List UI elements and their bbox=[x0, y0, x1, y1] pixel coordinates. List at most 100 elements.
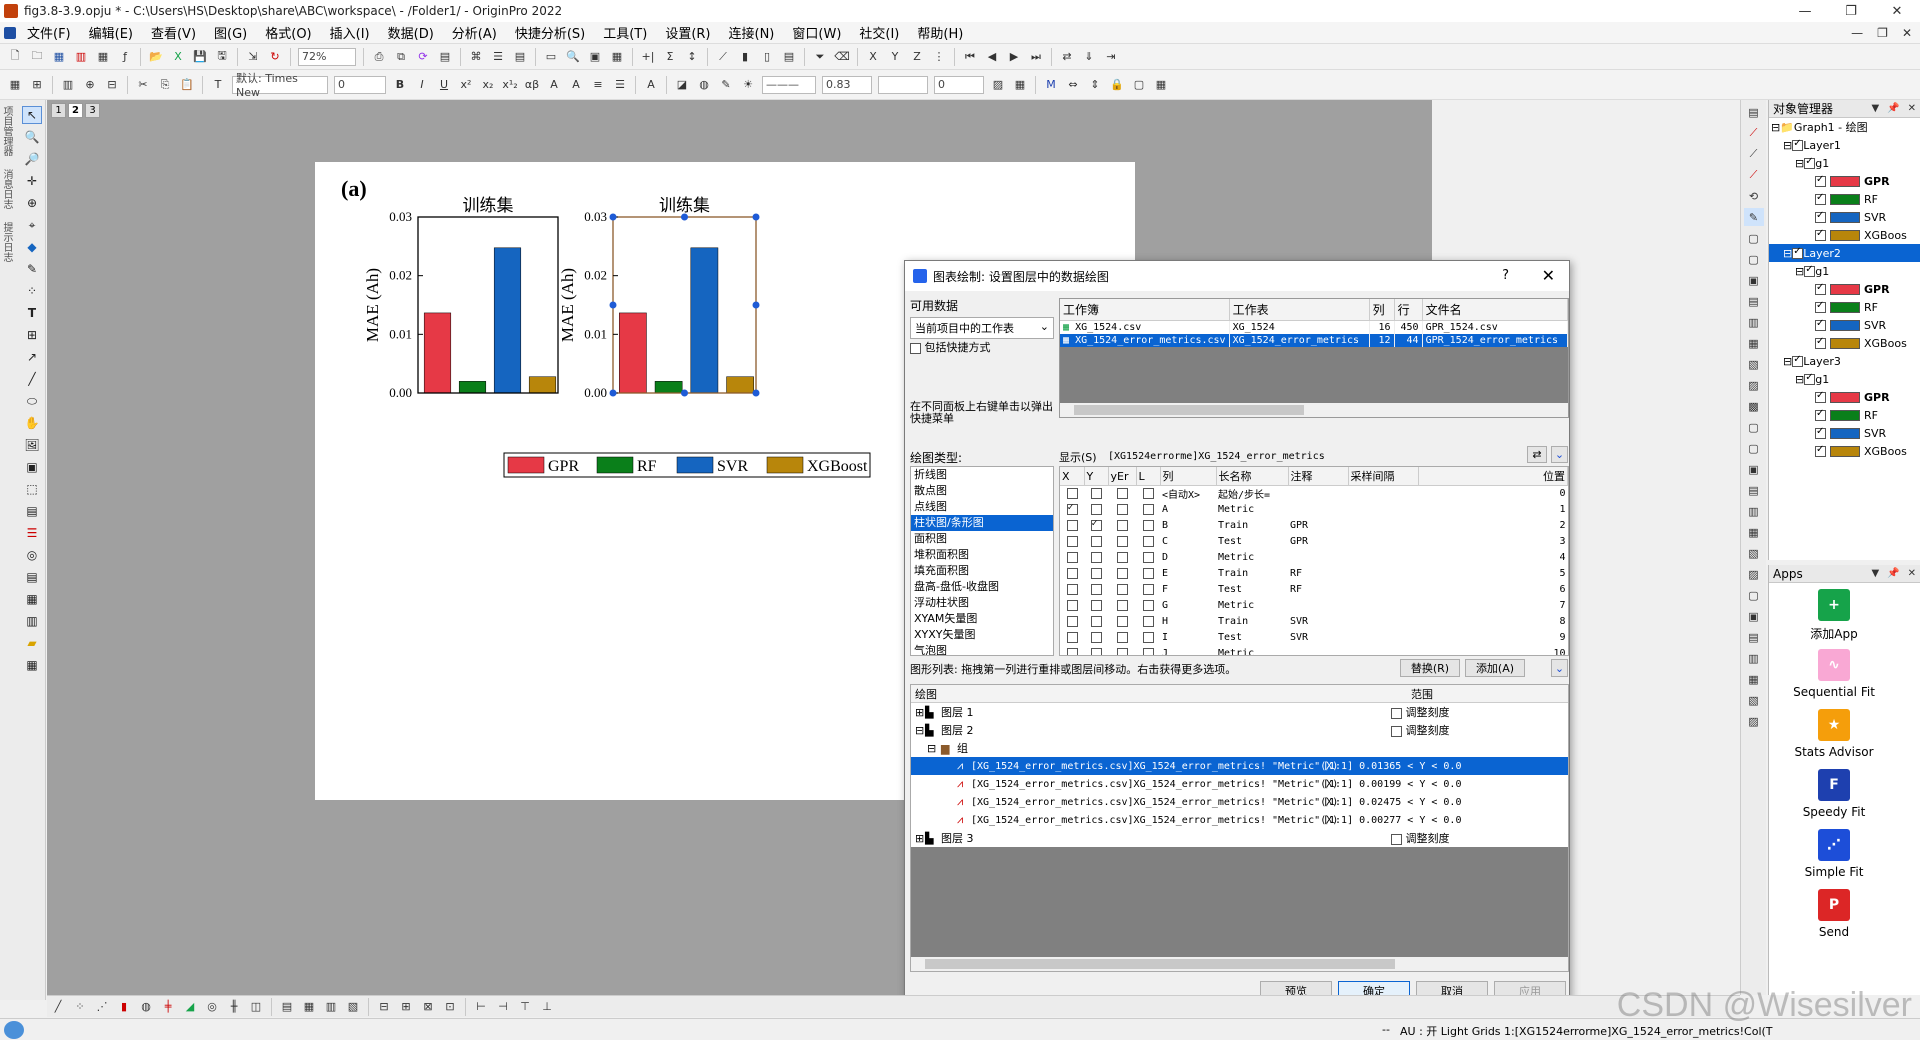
bar-rf[interactable] bbox=[654, 381, 683, 394]
layer-17-icon[interactable]: ▨ bbox=[1744, 565, 1764, 583]
om-pin-icon[interactable]: 📌 bbox=[1887, 103, 1899, 114]
menu-graph[interactable]: 图(G) bbox=[205, 23, 256, 42]
om-series[interactable]: SVR bbox=[1769, 208, 1920, 226]
bar-svr[interactable] bbox=[690, 247, 719, 394]
plot-type-list[interactable]: 折线图 散点图 点线图 柱状图/条形图 面积图 堆积面积图 填充面积图 盘高-盘低-收盘图 浮动… bbox=[910, 466, 1054, 656]
y-checkbox[interactable] bbox=[1084, 502, 1108, 518]
label-checkbox[interactable] bbox=[1136, 502, 1160, 518]
cut-icon[interactable]: ✂ bbox=[134, 76, 152, 94]
line-plot-icon[interactable]: ╱ bbox=[49, 998, 67, 1016]
om-series[interactable]: GPR bbox=[1769, 388, 1920, 406]
layer-8-icon[interactable]: ▨ bbox=[1744, 376, 1764, 394]
sort-icon[interactable]: ↕ bbox=[683, 48, 701, 66]
page-tab-3[interactable]: 3 bbox=[85, 103, 100, 118]
swap-button[interactable]: ⇄ bbox=[1527, 446, 1547, 463]
layer-13-icon[interactable]: ▤ bbox=[1744, 481, 1764, 499]
plotlist-layer-row[interactable]: ⊟ ▙ 图层 2 调整刻度 bbox=[911, 721, 1568, 739]
polar-plot-icon[interactable]: ◎ bbox=[203, 998, 221, 1016]
error-column-icon[interactable]: ⋮ bbox=[930, 48, 948, 66]
copy-page-icon[interactable]: ⧉ bbox=[392, 48, 410, 66]
mdi-restore-button[interactable]: ❐ bbox=[1877, 26, 1888, 40]
layer-graph-icon[interactable]: ▦ bbox=[6, 76, 24, 94]
layer-3-icon[interactable]: ▣ bbox=[1744, 271, 1764, 289]
column-row[interactable]: D Metric 4 bbox=[1060, 550, 1568, 566]
marker-icon[interactable]: M bbox=[1042, 76, 1060, 94]
copy-icon[interactable]: ⎘ bbox=[156, 76, 174, 94]
zoom-combo[interactable]: 72% bbox=[298, 47, 356, 66]
y-checkbox[interactable] bbox=[1084, 534, 1108, 550]
open-excel-icon[interactable]: X bbox=[169, 48, 187, 66]
yerr-checkbox[interactable] bbox=[1108, 630, 1136, 646]
yerr-checkbox[interactable] bbox=[1108, 582, 1136, 598]
axis-tool-2-icon[interactable]: ⟋ bbox=[1744, 145, 1764, 163]
new-function-icon[interactable]: ƒ bbox=[116, 48, 134, 66]
layer-22-icon[interactable]: ▦ bbox=[1744, 670, 1764, 688]
plot-type-item[interactable]: XYXY矢量图 bbox=[911, 627, 1053, 643]
add-button[interactable]: 添加(A) bbox=[1465, 659, 1525, 677]
object-4-icon[interactable]: ⊡ bbox=[441, 998, 459, 1016]
menu-file[interactable]: 文件(F) bbox=[18, 23, 80, 42]
label-checkbox[interactable] bbox=[1136, 486, 1160, 502]
column-row[interactable]: B Train GPR 2 bbox=[1060, 518, 1568, 534]
template-4-icon[interactable]: ▧ bbox=[344, 998, 362, 1016]
label-checkbox[interactable] bbox=[1136, 550, 1160, 566]
plotlist-hscroll-thumb[interactable] bbox=[925, 959, 1395, 969]
region-icon[interactable]: ⬚ bbox=[22, 480, 42, 498]
layer-23-icon[interactable]: ▧ bbox=[1744, 691, 1764, 709]
open-icon[interactable]: 📂 bbox=[147, 48, 165, 66]
new-workbook-icon[interactable]: ▦ bbox=[50, 48, 68, 66]
om-series[interactable]: XGBoos bbox=[1769, 442, 1920, 460]
wb-hscrollbar[interactable] bbox=[1060, 403, 1568, 417]
layer-18-icon[interactable]: ▢ bbox=[1744, 586, 1764, 604]
dialog-close-button[interactable]: ✕ bbox=[1542, 266, 1555, 285]
project-explorer-icon[interactable]: ☰ bbox=[489, 48, 507, 66]
resize-handle[interactable] bbox=[681, 389, 688, 397]
yerr-checkbox[interactable] bbox=[1108, 646, 1136, 655]
scatter-plot-icon[interactable]: ⁘ bbox=[71, 998, 89, 1016]
om-series[interactable]: XGBoos bbox=[1769, 334, 1920, 352]
close-button[interactable]: ✕ bbox=[1874, 0, 1920, 22]
y-checkbox[interactable] bbox=[1084, 486, 1108, 502]
sum-icon[interactable]: Σ bbox=[661, 48, 679, 66]
col-hdr-col[interactable]: 列 bbox=[1160, 467, 1217, 486]
menu-tools[interactable]: 工具(T) bbox=[594, 23, 656, 42]
filter-clear-icon[interactable]: ⌫ bbox=[833, 48, 851, 66]
column-chart-icon[interactable]: ▯ bbox=[758, 48, 776, 66]
pointer-icon[interactable]: ↖ bbox=[22, 106, 42, 124]
wb-col-rows[interactable]: 行 bbox=[1394, 299, 1423, 321]
plotlist-layer-row[interactable]: ⊞ ▙ 图层 3 调整刻度 bbox=[911, 829, 1568, 847]
plot-type-item[interactable]: 折线图 bbox=[911, 467, 1053, 483]
grid-icon[interactable]: ▦ bbox=[1011, 76, 1029, 94]
menu-connectivity[interactable]: 连接(N) bbox=[720, 23, 784, 42]
last-icon[interactable]: ⏭ bbox=[1027, 48, 1045, 66]
yerr-checkbox[interactable] bbox=[1108, 502, 1136, 518]
annotation-icon[interactable]: ⊞ bbox=[22, 326, 42, 344]
line-color-icon[interactable]: ✎ bbox=[717, 76, 735, 94]
plot-type-item[interactable]: 堆积面积图 bbox=[911, 547, 1053, 563]
resize-handle[interactable] bbox=[752, 301, 760, 309]
y-checkbox[interactable] bbox=[1084, 646, 1108, 655]
y-checkbox[interactable] bbox=[1084, 582, 1108, 598]
x-checkbox[interactable] bbox=[1060, 598, 1084, 614]
wb-col-file[interactable]: 文件名 bbox=[1422, 299, 1569, 321]
align-1-icon[interactable]: ⊢ bbox=[472, 998, 490, 1016]
column-row[interactable]: A Metric 1 bbox=[1060, 502, 1568, 518]
label-checkbox[interactable] bbox=[1136, 630, 1160, 646]
app-item[interactable]: ⋰ Simple Fit bbox=[1779, 829, 1889, 879]
arrange-layers-icon[interactable]: ▥ bbox=[59, 76, 77, 94]
align-left-icon[interactable]: ≡ bbox=[589, 76, 607, 94]
column-row[interactable]: F Test RF 6 bbox=[1060, 582, 1568, 598]
menu-data[interactable]: 数据(D) bbox=[379, 23, 443, 42]
page-tab-2[interactable]: 2 bbox=[68, 103, 83, 118]
import-icon[interactable]: ⇲ bbox=[244, 48, 262, 66]
plot-list[interactable]: 绘图 范围 ⊞ ▙ 图层 1 调整刻度 ⊟ ▙ 图层 2 调整刻度 ⊟ ▆ 组 ⩘ [XG_1524… bbox=[910, 684, 1569, 972]
include-shortcuts-option[interactable]: 包括快捷方式 bbox=[910, 339, 991, 355]
clipboard-icon[interactable]: ▤ bbox=[22, 502, 42, 520]
z-column-icon[interactable]: Z bbox=[908, 48, 926, 66]
layer-11-icon[interactable]: ▢ bbox=[1744, 439, 1764, 457]
plotlist-hscrollbar[interactable] bbox=[911, 957, 1568, 971]
bar-chart-icon[interactable]: ▮ bbox=[736, 48, 754, 66]
column-grid[interactable]: X Y yEr L 列 长名称 注释 采样间隔 位置 <自动X> 起始/步长= 0 A… bbox=[1059, 466, 1569, 656]
yerr-checkbox[interactable] bbox=[1108, 550, 1136, 566]
bar-svr[interactable] bbox=[493, 247, 522, 394]
